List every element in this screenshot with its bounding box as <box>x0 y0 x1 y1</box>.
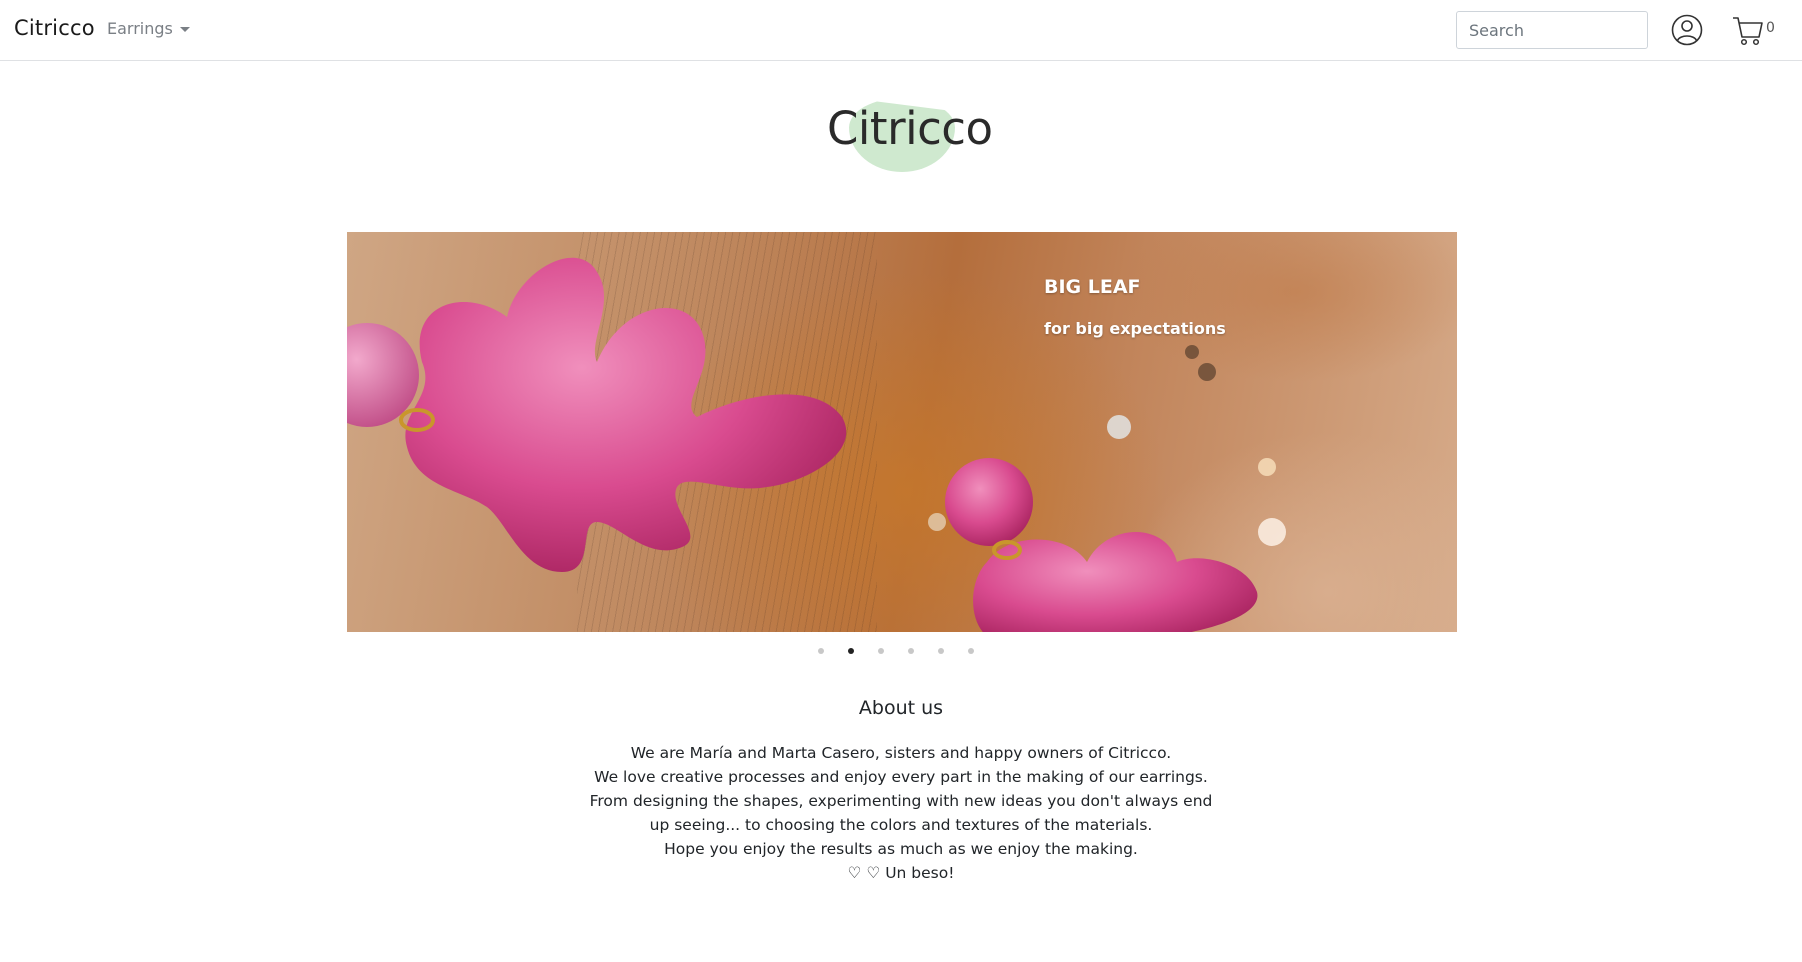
carousel-indicator[interactable] <box>878 648 884 654</box>
carousel-caption: BIG LEAF for big expectations <box>1044 276 1226 338</box>
carousel-caption-subtitle: for big expectations <box>1044 319 1226 338</box>
logo-text: Citricco <box>827 102 993 155</box>
cart-icon <box>1733 17 1763 46</box>
hero-carousel[interactable]: BIG LEAF for big expectations <box>347 232 1457 632</box>
brand-link[interactable]: Citricco <box>14 16 95 40</box>
carousel-indicator[interactable] <box>908 648 914 654</box>
about-line: We love creative processes and enjoy eve… <box>594 768 1208 786</box>
about-line: up seeing... to choosing the colors and … <box>649 816 1153 834</box>
about-line: We are María and Marta Casero, sisters a… <box>630 744 1172 762</box>
carousel-caption-title: BIG LEAF <box>1044 276 1141 298</box>
earrings-dropdown-label: Earrings <box>107 19 173 38</box>
cart-count-badge: 0 <box>1766 20 1775 36</box>
about-line: From designing the shapes, experimenting… <box>589 792 1213 810</box>
site-logo: Citricco <box>827 94 993 176</box>
about-text: We are María and Marta Casero, sisters a… <box>551 741 1251 885</box>
caret-down-icon <box>179 27 190 32</box>
account-button[interactable] <box>1670 13 1704 47</box>
carousel-indicator[interactable] <box>938 648 944 654</box>
search-input[interactable] <box>1456 11 1648 49</box>
carousel-indicator[interactable] <box>818 648 824 654</box>
carousel-indicator[interactable] <box>968 648 974 654</box>
carousel-indicators <box>818 648 974 654</box>
earrings-dropdown[interactable]: Earrings <box>107 19 190 38</box>
cart-button[interactable]: 0 <box>1731 13 1779 47</box>
about-line: ♡ ♡ Un beso! <box>847 864 955 882</box>
carousel-indicator-active[interactable] <box>848 648 854 654</box>
about-line: Hope you enjoy the results as much as we… <box>664 840 1138 858</box>
earring-illustration <box>347 257 1286 632</box>
top-navbar: Citricco Earrings 0 <box>0 0 1802 61</box>
about-heading: About us <box>858 697 944 719</box>
user-icon <box>1671 14 1703 46</box>
